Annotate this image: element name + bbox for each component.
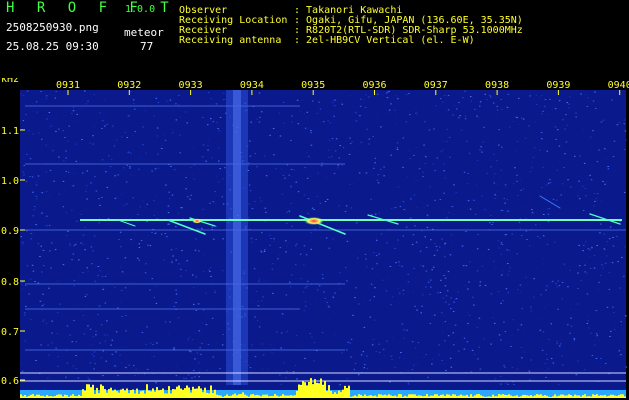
meteor-head-hot bbox=[304, 217, 324, 225]
x-tick-label: 0931 bbox=[56, 80, 80, 91]
meteor-label: meteor bbox=[124, 26, 164, 39]
x-tick-label: 0933 bbox=[179, 80, 203, 91]
x-tick-label: 0937 bbox=[424, 80, 448, 91]
y-tick-label: 0.6 bbox=[1, 376, 19, 387]
meteor-head-hot bbox=[192, 218, 202, 224]
x-tick-label: 0940 bbox=[608, 80, 629, 91]
station-info: Observer : Takanori Kawachi Receiving Lo… bbox=[179, 6, 523, 46]
y-tick-label: 0.9 bbox=[1, 226, 19, 237]
info-value: : 2el-HB9CV Vertical (el. E-W) bbox=[294, 35, 475, 46]
app-version: 1.0.0 bbox=[125, 4, 156, 15]
y-tick-label: 0.8 bbox=[1, 277, 19, 288]
x-tick-label: 0936 bbox=[362, 80, 386, 91]
y-axis-unit: kHz bbox=[1, 78, 19, 85]
y-tick-label: 0.7 bbox=[1, 327, 19, 338]
meteor-count: 77 bbox=[140, 40, 154, 53]
file-name: 2508250930.png bbox=[6, 21, 99, 34]
y-tick-label: 1.1 bbox=[1, 126, 19, 137]
x-tick-label: 0938 bbox=[485, 80, 509, 91]
spectrum-background bbox=[20, 90, 626, 398]
x-tick-label: 0932 bbox=[117, 80, 141, 91]
timestamp: 25.08.25 09:30 bbox=[6, 40, 99, 53]
spectrogram: 0931 0932 0933 0934 0935 0936 0937 0938 0939 0940… bbox=[1, 78, 629, 398]
noise-column-core bbox=[233, 90, 241, 385]
y-tick-label: 1.0 bbox=[1, 176, 19, 187]
x-tick-label: 0939 bbox=[546, 80, 570, 91]
x-tick-label: 0934 bbox=[240, 80, 264, 91]
hrofft-window: H R O F F T 1.0.0 2508250930.png meteor … bbox=[0, 0, 629, 400]
x-tick-label: 0935 bbox=[301, 80, 325, 91]
info-row-antenna: Receiving antenna : 2el-HB9CV Vertical (… bbox=[179, 36, 523, 46]
info-key: Receiving antenna bbox=[179, 35, 282, 46]
